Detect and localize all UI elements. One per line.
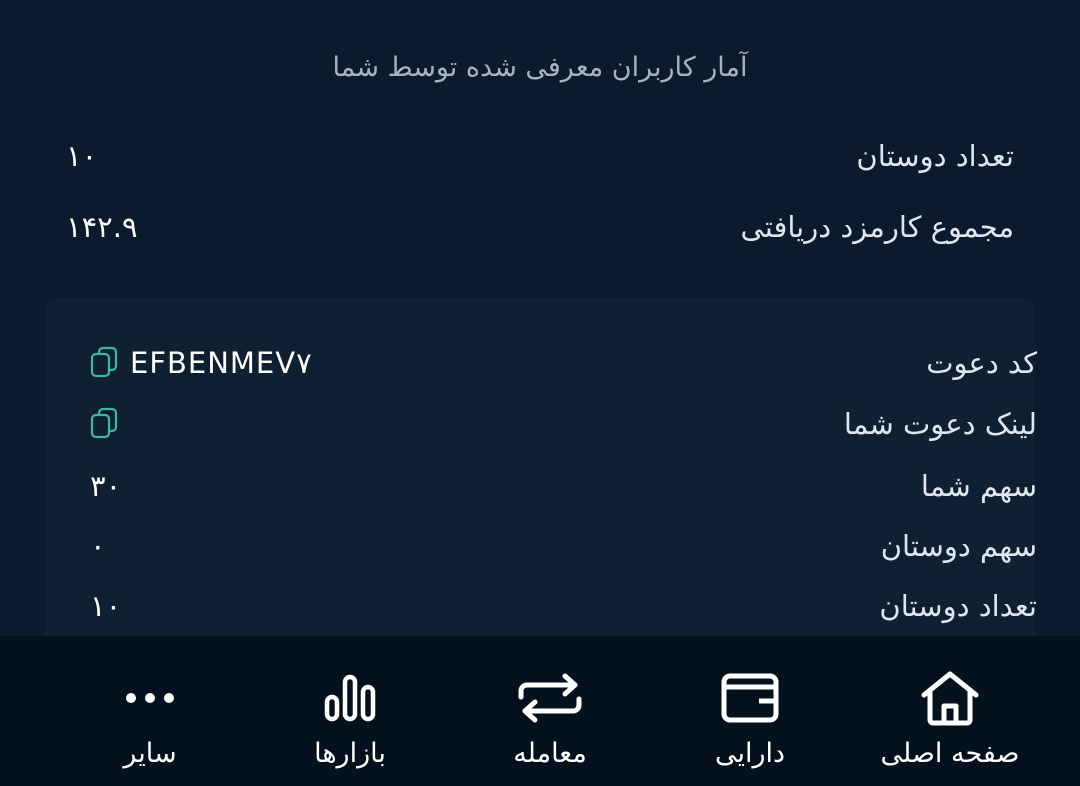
- copy-icon[interactable]: [90, 346, 120, 380]
- home-icon: [915, 668, 985, 728]
- your-share-row: سهم شما ۳۰: [90, 460, 1037, 512]
- friends-count-label: تعداد دوستان: [879, 589, 1037, 623]
- stats-title: آمار کاربران معرفی شده توسط شما: [332, 52, 748, 83]
- copy-link-icon[interactable]: [90, 407, 120, 441]
- invite-code-value-group: EFBENMEV۷: [90, 346, 312, 380]
- stat-value: ۱۴۲.۹: [66, 210, 138, 244]
- friends-count-value: ۱۰: [90, 589, 122, 623]
- nav-home[interactable]: صفحه اصلی: [860, 636, 1040, 786]
- bottom-navigation: صفحه اصلی دارایی معامله بازارها سایر: [0, 636, 1080, 786]
- bar-chart-icon: [315, 668, 385, 728]
- nav-home-label: صفحه اصلی: [880, 738, 1020, 769]
- nav-assets-label: دارایی: [714, 738, 786, 769]
- invite-link-label: لینک دعوت شما: [843, 407, 1037, 441]
- referral-screen: آمار کاربران معرفی شده توسط شما تعداد دو…: [0, 0, 1080, 786]
- friends-share-label: سهم دوستان: [880, 529, 1037, 563]
- nav-assets[interactable]: دارایی: [660, 636, 840, 786]
- stat-label: مجموع کارمزد دریافتی: [740, 210, 1014, 244]
- nav-markets-label: بازارها: [314, 738, 386, 769]
- your-share-label: سهم شما: [920, 469, 1037, 503]
- nav-more-label: سایر: [123, 738, 177, 769]
- stat-row-friends-count: تعداد دوستان ۱۰: [66, 131, 1014, 181]
- invite-code-row: کد دعوت EFBENMEV۷: [90, 337, 1037, 389]
- your-share-value: ۳۰: [90, 469, 122, 503]
- stat-row-total-commission: مجموع کارمزد دریافتی ۱۴۲.۹: [66, 202, 1014, 252]
- friends-share-value: ۰: [90, 529, 106, 563]
- invite-code-label: کد دعوت: [926, 346, 1037, 380]
- nav-markets[interactable]: بازارها: [260, 636, 440, 786]
- more-dots-icon: [115, 668, 185, 728]
- nav-trade[interactable]: معامله: [460, 636, 640, 786]
- stat-value: ۱۰: [66, 139, 98, 173]
- friends-count-row: تعداد دوستان ۱۰: [90, 580, 1037, 632]
- nav-trade-label: معامله: [513, 738, 587, 769]
- exchange-arrows-icon: [515, 668, 585, 728]
- invite-code-value: EFBENMEV۷: [130, 346, 312, 380]
- wallet-icon: [715, 668, 785, 728]
- invite-link-row: لینک دعوت شما: [90, 398, 1037, 450]
- nav-more[interactable]: سایر: [60, 636, 240, 786]
- stat-label: تعداد دوستان: [856, 139, 1014, 173]
- friends-share-row: سهم دوستان ۰: [90, 520, 1037, 572]
- invite-link-value-group: [90, 407, 120, 441]
